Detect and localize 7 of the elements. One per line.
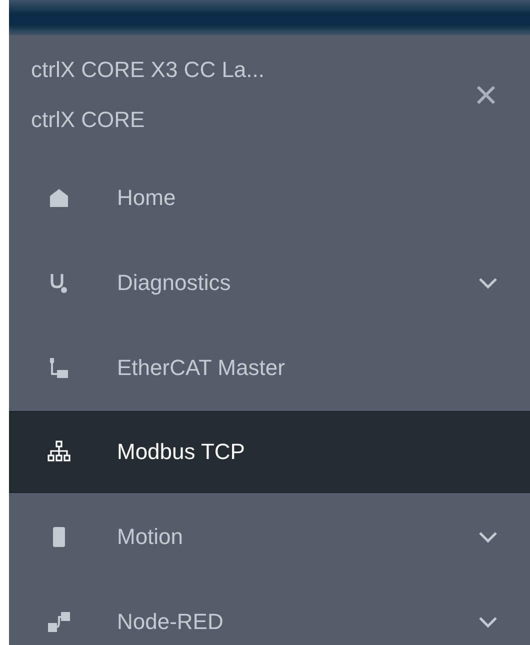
network-icon <box>47 440 71 464</box>
device-name: ctrlX CORE X3 CC La... <box>31 57 266 83</box>
nodes-icon <box>47 610 71 634</box>
device-type: ctrlX CORE <box>31 107 146 133</box>
hierarchy-icon <box>47 356 71 380</box>
nav-item[interactable]: Modbus TCP <box>9 411 530 493</box>
close-icon[interactable] <box>474 83 498 107</box>
